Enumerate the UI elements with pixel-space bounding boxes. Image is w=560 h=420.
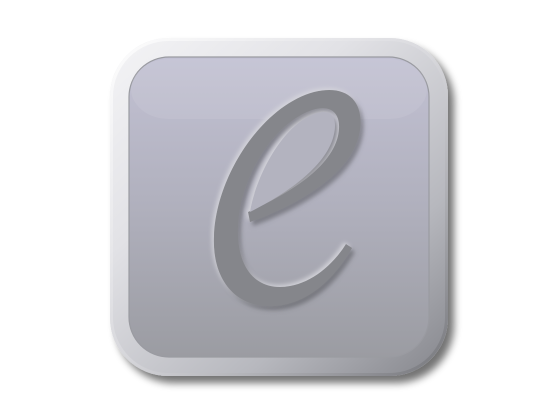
app-icon[interactable]: [0, 0, 560, 420]
app-icon-canvas: [0, 0, 560, 420]
app-icon-graphic: [110, 38, 448, 376]
